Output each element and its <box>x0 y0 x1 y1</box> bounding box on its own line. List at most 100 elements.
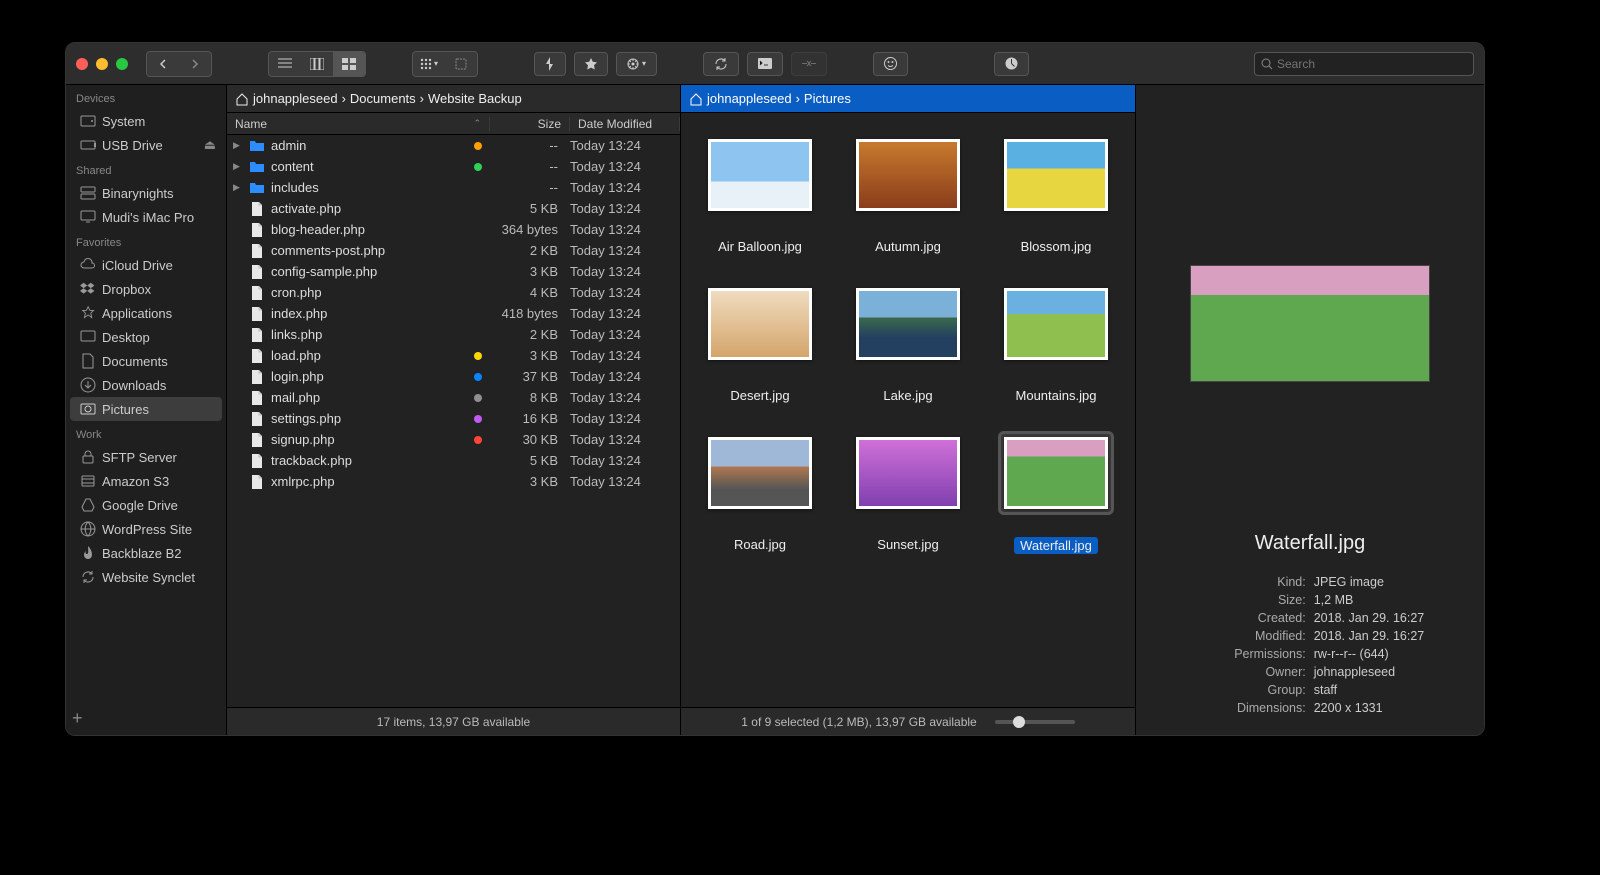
file-row[interactable]: ▶includes--Today 13:24 <box>227 177 680 198</box>
breadcrumb-segment[interactable]: Pictures <box>804 91 851 106</box>
sidebar-item[interactable]: Backblaze B2 <box>66 541 226 565</box>
grid-item[interactable]: Lake.jpg <box>839 282 977 403</box>
sidebar-item[interactable]: Mudi's iMac Pro <box>66 205 226 229</box>
file-size: -- <box>490 159 570 174</box>
file-icon <box>249 432 265 448</box>
sidebar-item[interactable]: SFTP Server <box>66 445 226 469</box>
back-button[interactable] <box>147 52 179 76</box>
icon-grid[interactable]: Air Balloon.jpg Autumn.jpg Blossom.jpg Dese… <box>681 113 1135 707</box>
icon-view-button[interactable] <box>333 52 365 76</box>
compare-button[interactable] <box>791 52 827 76</box>
eject-icon[interactable]: ⏏ <box>204 137 216 153</box>
download-icon <box>80 377 96 393</box>
grid-item[interactable]: Waterfall.jpg <box>987 431 1125 554</box>
breadcrumb-segment[interactable]: johnappleseed <box>707 91 792 106</box>
file-date: Today 13:24 <box>570 453 680 468</box>
file-row[interactable]: index.php418 bytesToday 13:24 <box>227 303 680 324</box>
col-date[interactable]: Date Modified <box>570 117 680 131</box>
close-window-button[interactable] <box>76 58 88 70</box>
col-name[interactable]: Name⌃ <box>227 117 490 131</box>
sidebar-item[interactable]: System <box>66 109 226 133</box>
grid-item[interactable]: Air Balloon.jpg <box>691 133 829 254</box>
file-row[interactable]: links.php2 KBToday 13:24 <box>227 324 680 345</box>
sidebar-item[interactable]: Dropbox <box>66 277 226 301</box>
sidebar-item[interactable]: Pictures <box>70 397 222 421</box>
terminal-button[interactable] <box>747 52 783 76</box>
action-menu-button[interactable]: ▾ <box>616 52 657 76</box>
file-row[interactable]: ▶content--Today 13:24 <box>227 156 680 177</box>
color-tag-icon <box>474 436 482 444</box>
sync-button[interactable] <box>703 52 739 76</box>
quicklook-button[interactable] <box>534 52 566 76</box>
col-size[interactable]: Size <box>490 117 570 131</box>
file-row[interactable]: comments-post.php2 KBToday 13:24 <box>227 240 680 261</box>
preview-image <box>1190 265 1430 382</box>
search-field[interactable] <box>1254 52 1474 76</box>
breadcrumb-segment[interactable]: Website Backup <box>428 91 522 106</box>
grid-item[interactable]: Desert.jpg <box>691 282 829 403</box>
sidebar-item[interactable]: WordPress Site <box>66 517 226 541</box>
file-row[interactable]: trackback.php5 KBToday 13:24 <box>227 450 680 471</box>
sidebar-item[interactable]: Applications <box>66 301 226 325</box>
sidebar-item[interactable]: USB Drive⏏ <box>66 133 226 157</box>
file-row[interactable]: blog-header.php364 bytesToday 13:24 <box>227 219 680 240</box>
grid-item[interactable]: Sunset.jpg <box>839 431 977 554</box>
column-view-button[interactable] <box>301 52 333 76</box>
breadcrumb-segment[interactable]: johnappleseed <box>253 91 338 106</box>
sidebar-item[interactable]: Desktop <box>66 325 226 349</box>
file-row[interactable]: xmlrpc.php3 KBToday 13:24 <box>227 471 680 492</box>
forward-button[interactable] <box>179 52 211 76</box>
grid-button[interactable]: ▾ <box>413 52 445 76</box>
sidebar-item[interactable]: Downloads <box>66 373 226 397</box>
zoom-window-button[interactable] <box>116 58 128 70</box>
left-breadcrumb[interactable]: johnappleseed›Documents›Website Backup <box>227 85 680 113</box>
file-row[interactable]: mail.php8 KBToday 13:24 <box>227 387 680 408</box>
breadcrumb-segment[interactable]: Documents <box>350 91 416 106</box>
disclosure-triangle-icon[interactable]: ▶ <box>233 140 243 151</box>
add-location-button[interactable]: + <box>72 708 83 729</box>
sidebar-item[interactable]: iCloud Drive <box>66 253 226 277</box>
file-date: Today 13:24 <box>570 369 680 384</box>
disclosure-triangle-icon[interactable]: ▶ <box>233 182 243 193</box>
color-tag-icon <box>474 289 482 297</box>
app-window: ▾ ▾ DevicesSystemUSB Drive⏏SharedBinaryn… <box>65 42 1485 736</box>
list-view-button[interactable] <box>269 52 301 76</box>
grid-item[interactable]: Autumn.jpg <box>839 133 977 254</box>
sidebar-item[interactable]: Documents <box>66 349 226 373</box>
sidebar-item[interactable]: Website Synclet <box>66 565 226 589</box>
emoji-button[interactable] <box>873 52 908 76</box>
file-row[interactable]: activate.php5 KBToday 13:24 <box>227 198 680 219</box>
grid-item-label: Autumn.jpg <box>875 239 941 254</box>
grid-item[interactable]: Blossom.jpg <box>987 133 1125 254</box>
color-tag-icon <box>474 373 482 381</box>
file-list[interactable]: ▶admin--Today 13:24▶content--Today 13:24… <box>227 135 680 707</box>
file-row[interactable]: signup.php30 KBToday 13:24 <box>227 429 680 450</box>
file-row[interactable]: cron.php4 KBToday 13:24 <box>227 282 680 303</box>
sidebar-item[interactable]: Binarynights <box>66 181 226 205</box>
sidebar-item-label: Mudi's iMac Pro <box>102 210 194 225</box>
left-status-bar: 17 items, 13,97 GB available <box>227 707 680 735</box>
file-row[interactable]: login.php37 KBToday 13:24 <box>227 366 680 387</box>
favorite-button[interactable] <box>574 52 608 76</box>
sidebar-item[interactable]: Amazon S3 <box>66 469 226 493</box>
file-row[interactable]: load.php3 KBToday 13:24 <box>227 345 680 366</box>
file-date: Today 13:24 <box>570 285 680 300</box>
file-row[interactable]: settings.php16 KBToday 13:24 <box>227 408 680 429</box>
disclosure-triangle-icon[interactable]: ▶ <box>233 161 243 172</box>
sidebar-item[interactable]: Google Drive <box>66 493 226 517</box>
file-date: Today 13:24 <box>570 432 680 447</box>
right-breadcrumb[interactable]: johnappleseed›Pictures <box>681 85 1135 113</box>
thumbnail-size-slider[interactable] <box>995 720 1075 724</box>
search-input[interactable] <box>1277 57 1467 71</box>
grid-item[interactable]: Mountains.jpg <box>987 282 1125 403</box>
home-icon <box>689 92 703 106</box>
color-tag-icon <box>474 394 482 402</box>
grid-item[interactable]: Road.jpg <box>691 431 829 554</box>
file-row[interactable]: ▶admin--Today 13:24 <box>227 135 680 156</box>
file-name: content <box>271 159 474 174</box>
file-row[interactable]: config-sample.php3 KBToday 13:24 <box>227 261 680 282</box>
hidden-files-button[interactable] <box>445 52 477 76</box>
minimize-window-button[interactable] <box>96 58 108 70</box>
file-size: 3 KB <box>490 264 570 279</box>
activity-button[interactable] <box>994 52 1029 76</box>
